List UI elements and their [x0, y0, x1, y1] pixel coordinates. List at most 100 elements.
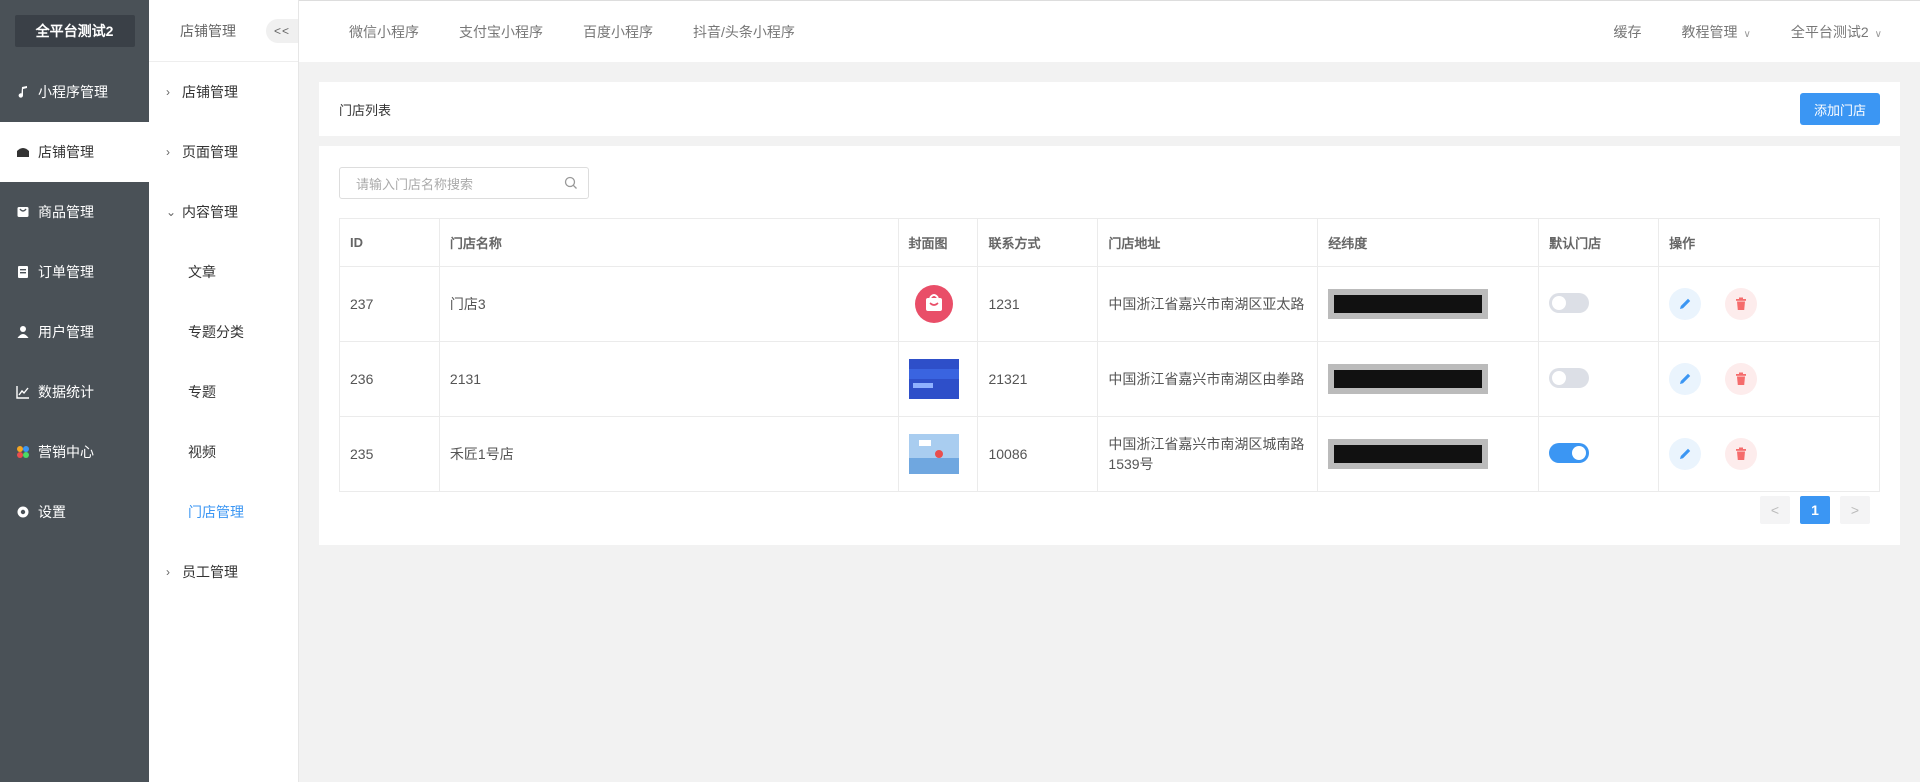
delete-button[interactable] — [1724, 363, 1757, 395]
sidebar-item-stats[interactable]: 数据统计 — [0, 362, 149, 422]
redacted-coordinates — [1328, 439, 1489, 469]
cell-latlng — [1317, 416, 1540, 492]
default-store-toggle[interactable] — [1549, 292, 1590, 313]
cover-image — [908, 434, 959, 474]
subnav-item-store-list[interactable]: 门店管理 — [149, 482, 298, 542]
chevron-down-icon: ⌄ — [166, 205, 177, 219]
pencil-icon — [1680, 373, 1691, 384]
sub-sidebar: 店铺管理 << › 店铺管理 › 页面管理 ⌄ 内容管理 文章 专题分类 专题 视频 … — [149, 0, 299, 782]
main-sidebar: 全平台测试2 小程序管理 店铺管理 商品管理 订单管理 用户管理 数据统计 营销… — [0, 0, 149, 782]
chevron-right-icon: › — [166, 85, 170, 99]
subnav-item-content-manage[interactable]: ⌄ 内容管理 — [149, 182, 298, 242]
cell-id: 237 — [339, 266, 440, 342]
subnav-item-topic[interactable]: 专题 — [149, 362, 298, 422]
subnav-label: 员工管理 — [182, 564, 238, 580]
redacted-coordinates — [1328, 289, 1489, 319]
cell-phone: 21321 — [977, 341, 1099, 417]
cell-phone: 1231 — [977, 266, 1099, 342]
sidebar-item-label: 营销中心 — [38, 444, 94, 460]
tab-wechat[interactable]: 微信小程序 — [349, 22, 419, 42]
tutorial-label: 教程管理 — [1681, 23, 1738, 40]
sidebar-item-label: 数据统计 — [38, 384, 94, 400]
delete-button[interactable] — [1724, 288, 1757, 320]
cell-cover — [897, 266, 979, 342]
sidebar-item-label: 小程序管理 — [38, 84, 108, 100]
pencil-icon — [1680, 448, 1691, 459]
trash-icon — [1735, 297, 1746, 310]
top-bar: 微信小程序 支付宝小程序 百度小程序 抖音/头条小程序 缓存 教程管理 ∨ 全平台… — [299, 0, 1920, 62]
sidebar-item-label: 用户管理 — [38, 324, 94, 340]
cell-actions — [1658, 416, 1880, 492]
list-body-card: 请输入门店名称搜索 ID 门店名称 封面图 联系方式 门店地址 经纬度 默认门店… — [319, 146, 1900, 545]
subnav-label: 内容管理 — [182, 204, 238, 220]
cell-cover — [897, 416, 979, 492]
search-placeholder: 请输入门店名称搜索 — [356, 176, 474, 192]
pagination: < 1 > — [1750, 496, 1870, 524]
collapse-button[interactable]: << — [266, 18, 298, 43]
cell-default — [1538, 266, 1660, 342]
edit-button[interactable] — [1669, 288, 1702, 320]
sidebar-item-users[interactable]: 用户管理 — [0, 302, 149, 362]
edit-button[interactable] — [1669, 438, 1702, 470]
cell-id: 235 — [339, 416, 440, 492]
trash-icon — [1735, 372, 1746, 385]
col-header: 联系方式 — [977, 218, 1099, 267]
tab-alipay[interactable]: 支付宝小程序 — [459, 22, 543, 42]
col-header: 经纬度 — [1317, 218, 1540, 267]
chevron-right-icon: › — [166, 565, 170, 579]
subnav-title: 店铺管理 — [180, 22, 236, 39]
cell-id: 236 — [339, 341, 440, 417]
cell-address: 中国浙江省嘉兴市南湖区城南路1539号 — [1097, 416, 1319, 492]
bag-icon — [16, 205, 30, 219]
default-store-toggle[interactable] — [1549, 442, 1590, 463]
default-store-toggle[interactable] — [1549, 367, 1590, 388]
account-menu[interactable]: 全平台测试2 ∨ — [1791, 22, 1882, 42]
subnav-item-topic-category[interactable]: 专题分类 — [149, 302, 298, 362]
marketing-icon — [16, 445, 30, 459]
next-page-button[interactable]: > — [1840, 496, 1870, 524]
sidebar-item-label: 设置 — [38, 504, 66, 520]
sidebar-item-miniprogram[interactable]: 小程序管理 — [0, 62, 149, 122]
sidebar-item-store[interactable]: 店铺管理 — [0, 122, 149, 182]
sidebar-item-label: 订单管理 — [38, 264, 94, 280]
cell-default — [1538, 416, 1660, 492]
col-header: 门店地址 — [1097, 218, 1319, 267]
cell-actions — [1658, 341, 1880, 417]
cell-address: 中国浙江省嘉兴市南湖区由拳路 — [1097, 341, 1319, 417]
delete-button[interactable] — [1724, 438, 1757, 470]
sidebar-item-label: 店铺管理 — [38, 144, 94, 160]
chevron-right-icon: › — [166, 145, 170, 159]
add-store-button[interactable]: 添加门店 — [1800, 93, 1880, 125]
col-header: ID — [339, 218, 440, 267]
chevron-down-icon: ∨ — [1874, 28, 1882, 40]
prev-page-button[interactable]: < — [1760, 496, 1790, 524]
sidebar-item-goods[interactable]: 商品管理 — [0, 182, 149, 242]
cover-image — [914, 285, 953, 323]
store-icon — [16, 145, 30, 159]
table-row: 236 2131 21321 中国浙江省嘉兴市南湖区由拳路 — [339, 341, 1880, 417]
sidebar-item-marketing[interactable]: 营销中心 — [0, 422, 149, 482]
subnav-item-page-manage[interactable]: › 页面管理 — [149, 122, 298, 182]
col-header: 默认门店 — [1538, 218, 1660, 267]
trash-icon — [1735, 447, 1746, 460]
subnav-item-staff-manage[interactable]: › 员工管理 — [149, 542, 298, 602]
tab-douyin[interactable]: 抖音/头条小程序 — [693, 22, 795, 42]
page-number-button[interactable]: 1 — [1800, 496, 1830, 524]
edit-button[interactable] — [1669, 363, 1702, 395]
search-icon[interactable] — [564, 176, 578, 190]
search-input[interactable]: 请输入门店名称搜索 — [339, 167, 589, 199]
sidebar-item-settings[interactable]: 设置 — [0, 482, 149, 542]
music-note-icon — [16, 85, 30, 99]
chevron-down-icon: ∨ — [1743, 28, 1751, 40]
tab-baidu[interactable]: 百度小程序 — [583, 22, 653, 42]
sidebar-item-orders[interactable]: 订单管理 — [0, 242, 149, 302]
cell-name: 门店3 — [438, 266, 899, 342]
cache-link[interactable]: 缓存 — [1614, 22, 1642, 42]
subnav-item-article[interactable]: 文章 — [149, 242, 298, 302]
subnav-item-store-manage[interactable]: › 店铺管理 — [149, 62, 298, 122]
subnav-item-video[interactable]: 视频 — [149, 422, 298, 482]
tutorial-menu[interactable]: 教程管理 ∨ — [1682, 22, 1751, 42]
chart-icon — [16, 385, 30, 399]
subnav-label: 店铺管理 — [182, 84, 238, 100]
col-header: 封面图 — [897, 218, 979, 267]
